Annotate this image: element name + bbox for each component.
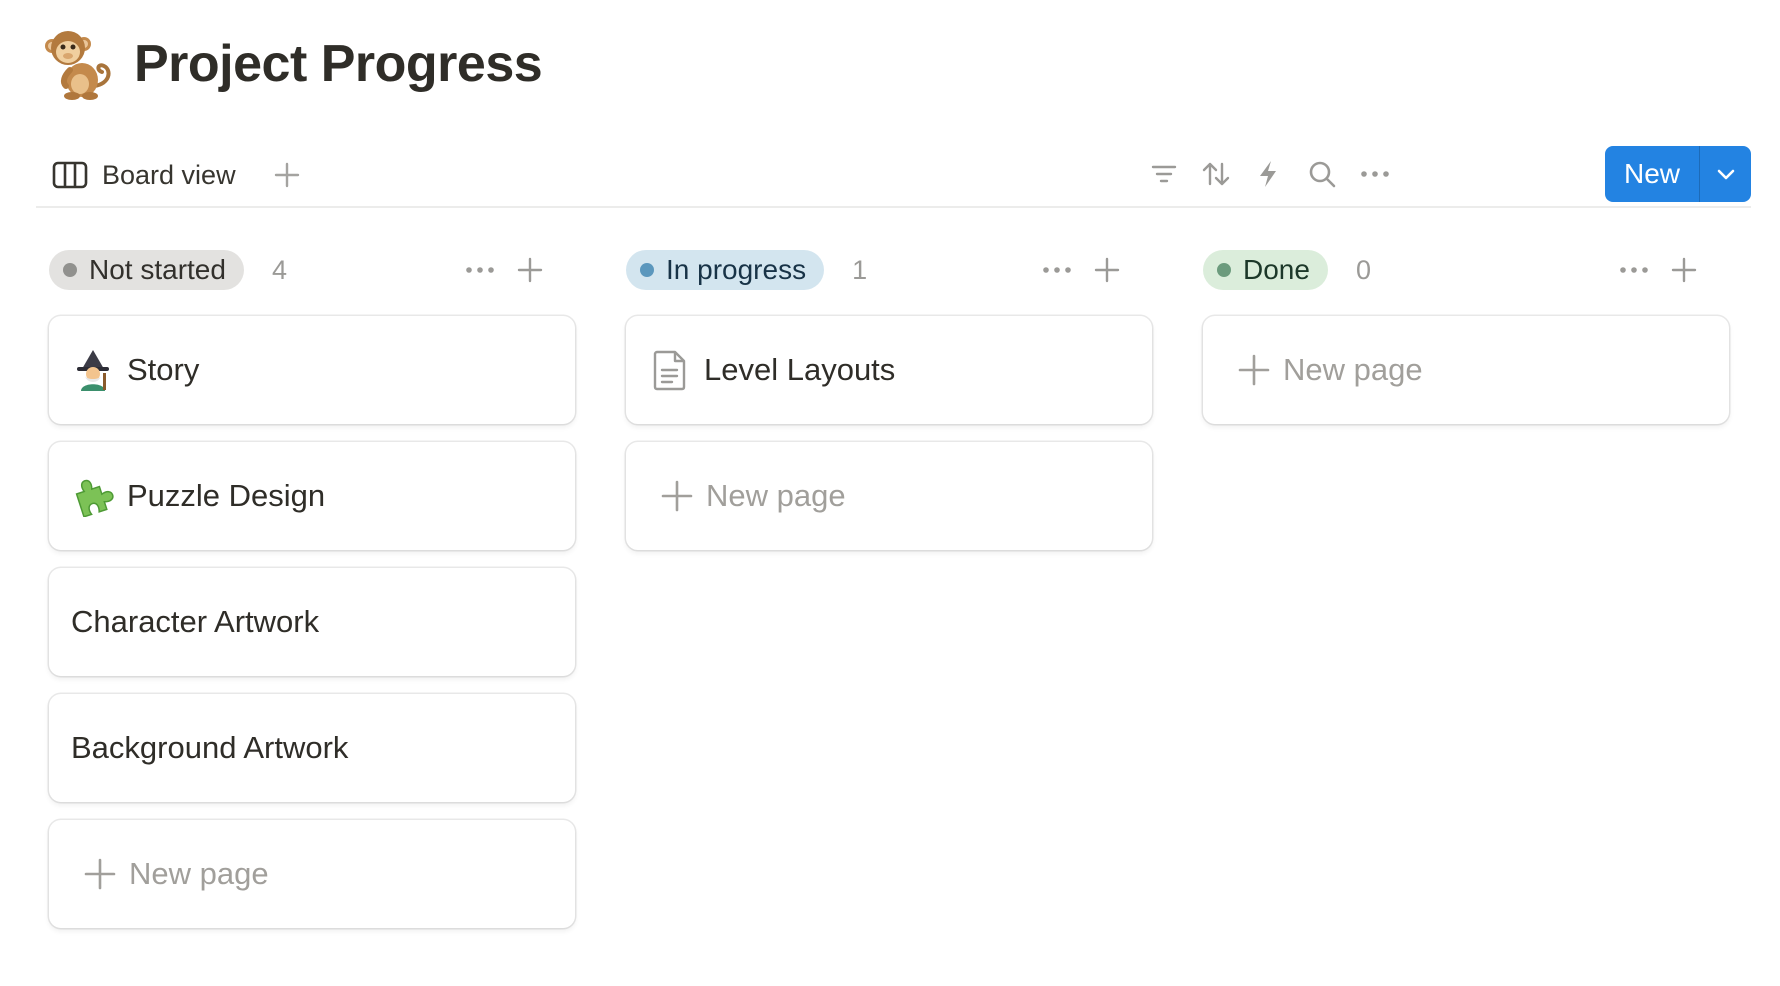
status-dot xyxy=(1217,263,1231,277)
status-label: Done xyxy=(1243,254,1310,285)
column-header: Not started 4 xyxy=(36,248,562,292)
status-dot xyxy=(640,263,654,277)
chevron-down-icon xyxy=(1717,169,1734,180)
new-page-button[interactable]: New page xyxy=(1203,316,1729,424)
plus-icon xyxy=(1671,257,1697,283)
board-card[interactable]: Character Artwork xyxy=(49,568,575,676)
card-title: Puzzle Design xyxy=(127,478,326,513)
column-more-button[interactable] xyxy=(1039,252,1075,288)
new-page-button[interactable]: New page xyxy=(626,442,1152,550)
filter-icon xyxy=(1151,165,1177,183)
status-badge[interactable]: Done xyxy=(1203,250,1328,290)
column-count: 0 xyxy=(1355,254,1371,285)
plus-icon xyxy=(84,858,116,890)
add-view-icon xyxy=(274,162,300,188)
sort-button[interactable] xyxy=(1198,156,1234,192)
filter-button[interactable] xyxy=(1146,156,1182,192)
puzzle-piece-emoji-icon xyxy=(71,474,115,518)
more-icon xyxy=(466,267,494,273)
board-card[interactable]: Background Artwork xyxy=(49,694,575,802)
column-add-button[interactable] xyxy=(512,252,548,288)
more-icon xyxy=(1043,267,1071,273)
board-column-not-started: Not started 4 Story Puzzle Design Charac… xyxy=(36,248,575,928)
search-button[interactable] xyxy=(1304,156,1340,192)
monkey-emoji-icon[interactable] xyxy=(40,26,116,102)
document-icon xyxy=(648,348,692,392)
board-card[interactable]: Story xyxy=(49,316,575,424)
new-page-label: New page xyxy=(129,856,269,891)
new-dropdown-button[interactable] xyxy=(1700,146,1751,202)
status-label: In progress xyxy=(666,254,807,285)
add-view-button[interactable] xyxy=(270,158,304,192)
new-page-label: New page xyxy=(1283,352,1423,387)
board-card[interactable]: Puzzle Design xyxy=(49,442,575,550)
plus-icon xyxy=(517,257,543,283)
new-button-group: New xyxy=(1605,146,1751,202)
status-badge[interactable]: Not started xyxy=(49,250,244,290)
column-more-button[interactable] xyxy=(462,252,498,288)
column-add-button[interactable] xyxy=(1089,252,1125,288)
automation-button[interactable] xyxy=(1250,156,1286,192)
new-button[interactable]: New xyxy=(1605,146,1699,202)
board-view-icon xyxy=(52,161,88,189)
search-icon xyxy=(1309,161,1336,188)
view-toolbar: Board view New xyxy=(36,140,1751,208)
plus-icon xyxy=(1094,257,1120,283)
page-header: Project Progress xyxy=(40,24,543,104)
board-card[interactable]: Level Layouts xyxy=(626,316,1152,424)
wizard-emoji-icon xyxy=(71,348,115,392)
card-title: Level Layouts xyxy=(704,352,896,387)
new-page-button[interactable]: New page xyxy=(49,820,575,928)
page-title: Project Progress xyxy=(134,35,543,93)
more-icon xyxy=(1620,267,1648,273)
card-title: Background Artwork xyxy=(71,730,349,765)
plus-icon xyxy=(661,480,693,512)
card-title: Character Artwork xyxy=(71,604,320,639)
column-header: In progress 1 xyxy=(613,248,1139,292)
view-tab-label: Board view xyxy=(102,159,236,190)
card-title: Story xyxy=(127,352,200,387)
column-count: 1 xyxy=(852,254,868,285)
column-add-button[interactable] xyxy=(1666,252,1702,288)
sort-icon xyxy=(1202,162,1230,186)
new-page-label: New page xyxy=(706,478,846,513)
plus-icon xyxy=(1238,354,1270,386)
board-page: Project Progress Board view New Not star… xyxy=(0,0,1780,986)
more-icon xyxy=(1361,171,1389,177)
status-badge[interactable]: In progress xyxy=(626,250,825,290)
board-column-in-progress: In progress 1 Level Layouts New page xyxy=(613,248,1152,550)
status-label: Not started xyxy=(89,254,226,285)
automation-icon xyxy=(1260,161,1276,187)
column-header: Done 0 xyxy=(1190,248,1716,292)
tab-board-view[interactable]: Board view xyxy=(52,156,236,194)
column-count: 4 xyxy=(271,254,287,285)
more-options-button[interactable] xyxy=(1357,156,1393,192)
column-more-button[interactable] xyxy=(1616,252,1652,288)
status-dot xyxy=(63,263,77,277)
board-column-done: Done 0 New page xyxy=(1190,248,1729,424)
